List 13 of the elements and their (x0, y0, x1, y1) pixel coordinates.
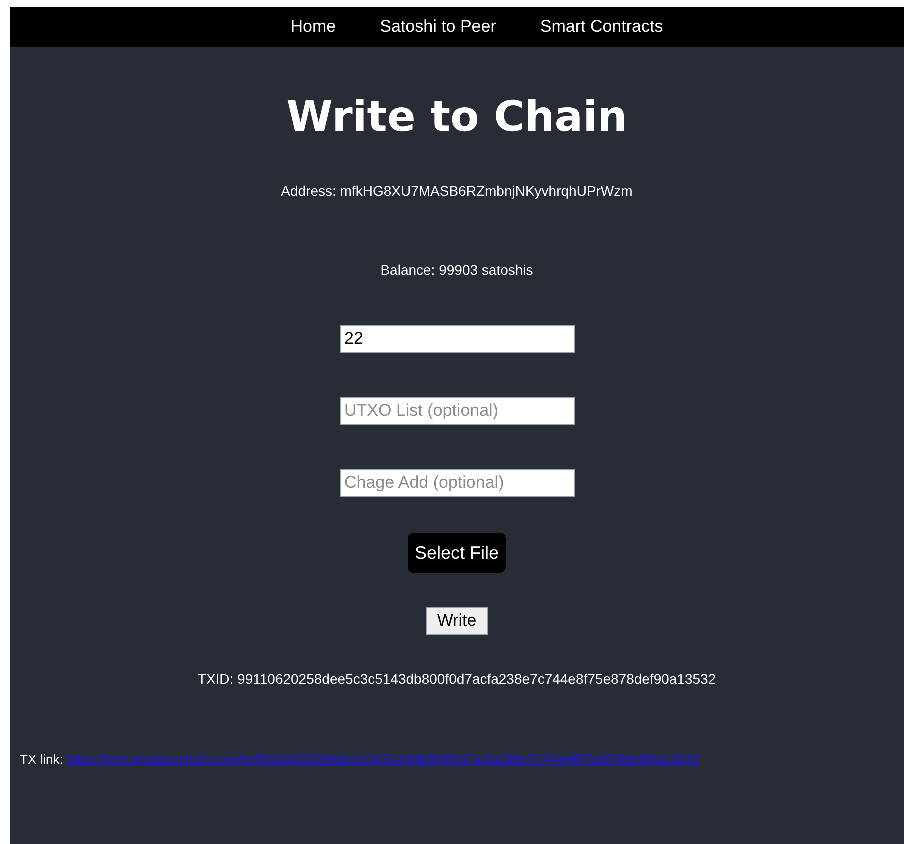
input-field[interactable]: Chage Add (optional) (340, 469, 574, 497)
tx-link-label: TX link: (20, 751, 64, 769)
input-field[interactable]: UTXO List (optional) (340, 397, 574, 425)
write-button[interactable]: Write (426, 607, 488, 635)
nav-link[interactable]: Smart Contracts (540, 14, 664, 40)
page-title: Write to Chain (286, 91, 628, 143)
balance-text: Balance: 99903 satoshis (380, 261, 534, 280)
address-text: Address: mfkHG8XU7MASB6RZmbnjNKyvhrqhUPrWzm (281, 182, 633, 201)
nav-link[interactable]: Home (290, 14, 336, 40)
nav-link[interactable]: Satoshi to Peer (380, 14, 496, 40)
txid-text: TXID: 99110620258dee5c3c5143db800f0d7acfa238e7c744e8f75e878def90a13532 (198, 670, 716, 689)
input-field[interactable]: 22 (340, 325, 574, 353)
select-file-button[interactable]: Select File (408, 533, 506, 573)
